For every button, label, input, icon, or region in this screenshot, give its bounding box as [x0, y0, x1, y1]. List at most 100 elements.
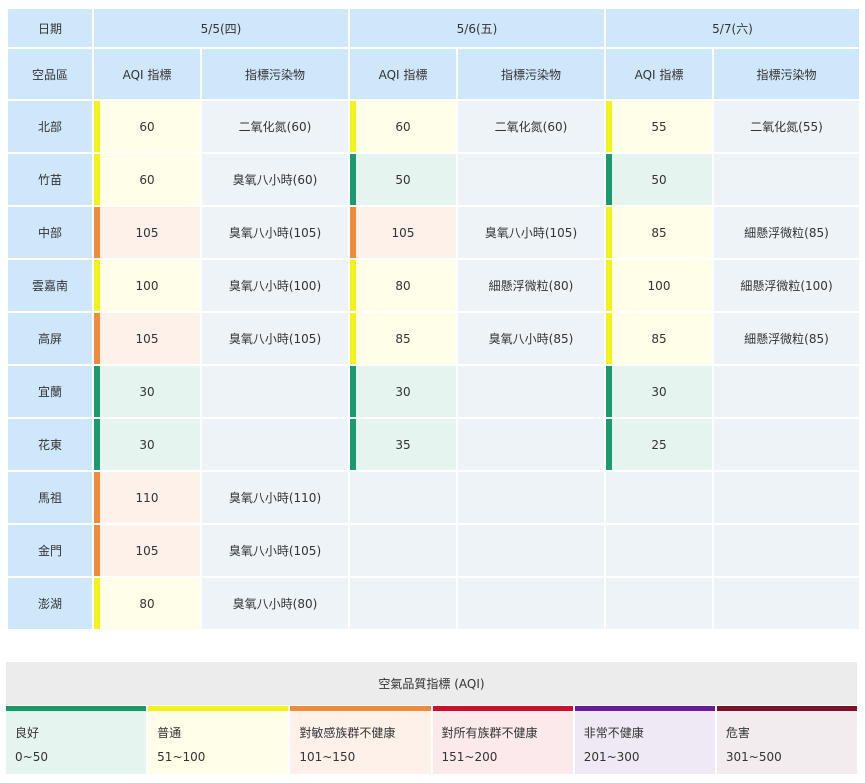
aqi-level-bar	[94, 154, 100, 205]
pollutant-cell: 細懸浮微粒(85)	[714, 313, 859, 364]
legend-level: 對敏感族群不健康 101~150	[290, 706, 431, 774]
pollutant-cell: 二氧化氮(60)	[202, 101, 348, 152]
pollutant-cell: 臭氧八小時(100)	[202, 260, 348, 311]
aqi-level-bar	[350, 366, 356, 417]
aqi-value: 30	[139, 384, 155, 399]
aqi-value-cell: 60	[94, 101, 200, 152]
pollutant-cell	[202, 419, 348, 470]
aqi-level-bar	[94, 366, 100, 417]
pollutant-cell: 細懸浮微粒(85)	[714, 207, 859, 258]
aqi-level-bar	[350, 260, 356, 311]
aqi-header: AQI 指標	[350, 49, 456, 99]
aqi-table-body: 北部 60 二氧化氮(60) 60 二氧化氮(60) 55 二氧化氮(55) 竹苗 60 臭氧八小…	[8, 101, 859, 629]
aqi-level-bar	[94, 472, 100, 523]
region-name: 高屏	[8, 313, 92, 364]
legend-level: 普通 51~100	[148, 706, 289, 774]
aqi-value: 35	[395, 437, 411, 452]
legend-level-range: 201~300	[583, 750, 640, 764]
aqi-value: 30	[651, 384, 667, 399]
aqi-level-bar	[350, 313, 356, 364]
aqi-value-cell: 30	[94, 419, 200, 470]
aqi-value: 110	[135, 490, 159, 505]
aqi-level-bar	[606, 419, 612, 470]
aqi-level-bar	[606, 207, 612, 258]
aqi-value-cell	[606, 578, 712, 629]
aqi-value: 60	[395, 119, 411, 134]
pollutant-cell	[714, 366, 859, 417]
table-row: 宜蘭 30 30 30	[8, 366, 859, 417]
region-name: 馬祖	[8, 472, 92, 523]
aqi-value-cell: 50	[606, 154, 712, 205]
aqi-level-bar	[94, 207, 100, 258]
legend-level: 良好 0~50	[6, 706, 147, 774]
region-name: 金門	[8, 525, 92, 576]
aqi-value-cell: 105	[94, 313, 200, 364]
pollutant-cell	[458, 419, 604, 470]
aqi-value: 80	[395, 278, 411, 293]
aqi-level-bar	[94, 101, 100, 152]
aqi-value-cell: 25	[606, 419, 712, 470]
legend-color-stripe	[574, 706, 715, 711]
aqi-value-cell: 105	[94, 525, 200, 576]
aqi-value-cell: 80	[350, 260, 456, 311]
aqi-value-cell: 100	[94, 260, 200, 311]
aqi-value: 85	[651, 331, 667, 346]
legend-levels: 良好 0~50 普通 51~100 對敏感族群不健康 101~150 對所有族群不健康 151…	[6, 706, 858, 774]
pollutant-cell: 臭氧八小時(105)	[202, 207, 348, 258]
day-header-3: 5/7(六)	[606, 9, 859, 47]
pollutant-cell: 臭氧八小時(105)	[458, 207, 604, 258]
pollutant-cell	[714, 419, 859, 470]
aqi-value: 105	[135, 225, 159, 240]
aqi-value: 50	[651, 172, 667, 187]
aqi-value-cell	[606, 525, 712, 576]
aqi-level-bar	[606, 366, 612, 417]
aqi-value-cell: 60	[94, 154, 200, 205]
region-name: 北部	[8, 101, 92, 152]
legend-level-range: 151~200	[441, 750, 498, 764]
pollutant-header: 指標污染物	[202, 49, 348, 99]
aqi-level-bar	[94, 578, 100, 629]
table-row: 雲嘉南 100 臭氧八小時(100) 80 細懸浮微粒(80) 100 細懸浮微粒(100)	[8, 260, 859, 311]
legend-level: 非常不健康 201~300	[574, 706, 715, 774]
region-name: 雲嘉南	[8, 260, 92, 311]
table-row: 馬祖 110 臭氧八小時(110)	[8, 472, 859, 523]
legend-color-stripe	[432, 706, 573, 711]
pollutant-cell	[458, 525, 604, 576]
aqi-level-bar	[350, 419, 356, 470]
aqi-value-cell	[350, 472, 456, 523]
date-header: 日期	[8, 9, 92, 47]
aqi-value-cell: 105	[94, 207, 200, 258]
pollutant-cell: 臭氧八小時(60)	[202, 154, 348, 205]
aqi-value: 55	[651, 119, 667, 134]
aqi-value-cell: 35	[350, 419, 456, 470]
legend-level-name: 非常不健康	[583, 726, 644, 740]
aqi-value: 105	[135, 543, 159, 558]
region-name: 花東	[8, 419, 92, 470]
legend-title: 空氣品質指標 (AQI)	[6, 662, 857, 706]
aqi-value: 80	[139, 596, 155, 611]
aqi-level-bar	[606, 313, 612, 364]
header-row-columns: 空品區 AQI 指標 指標污染物 AQI 指標 指標污染物 AQI 指標 指標污…	[8, 49, 859, 99]
aqi-value-cell: 105	[350, 207, 456, 258]
aqi-level-bar	[350, 101, 356, 152]
region-header: 空品區	[8, 49, 92, 99]
aqi-level-bar	[94, 525, 100, 576]
aqi-level-bar	[606, 101, 612, 152]
aqi-value: 60	[139, 119, 155, 134]
legend-level: 對所有族群不健康 151~200	[432, 706, 573, 774]
pollutant-cell: 臭氧八小時(105)	[202, 313, 348, 364]
table-row: 花東 30 35 25	[8, 419, 859, 470]
aqi-level-bar	[606, 154, 612, 205]
legend-level-name: 對所有族群不健康	[441, 726, 538, 740]
pollutant-cell	[714, 472, 859, 523]
pollutant-header: 指標污染物	[458, 49, 604, 99]
aqi-value-cell: 110	[94, 472, 200, 523]
aqi-value: 60	[139, 172, 155, 187]
legend-color-stripe	[148, 706, 289, 711]
pollutant-cell	[458, 154, 604, 205]
aqi-header: AQI 指標	[606, 49, 712, 99]
pollutant-cell: 臭氧八小時(85)	[458, 313, 604, 364]
legend-color-stripe	[290, 706, 431, 711]
pollutant-cell: 臭氧八小時(105)	[202, 525, 348, 576]
aqi-value-cell: 50	[350, 154, 456, 205]
